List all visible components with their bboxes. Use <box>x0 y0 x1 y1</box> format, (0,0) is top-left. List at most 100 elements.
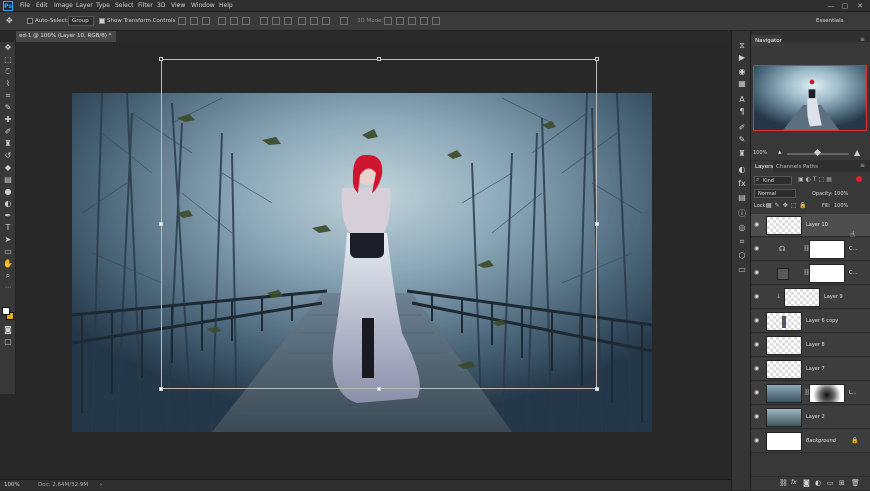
layer-name[interactable]: Layer 8 <box>806 342 825 348</box>
status-arrow-icon[interactable]: › <box>100 480 102 491</box>
distribute-bottom-icon[interactable] <box>284 17 292 25</box>
eye-icon[interactable]: ◉ <box>754 222 760 228</box>
align-left-icon[interactable] <box>218 17 226 25</box>
distribute-top-icon[interactable] <box>260 17 268 25</box>
brushes-icon[interactable]: ✎ <box>737 135 747 145</box>
align-vcenter-icon[interactable] <box>190 17 198 25</box>
layer-row[interactable]: ◉ ☊ ⛓ C... <box>751 238 870 261</box>
adjustments-icon[interactable]: ◐ <box>737 165 747 175</box>
eye-icon[interactable]: ◉ <box>754 366 760 372</box>
properties-icon[interactable]: ▤ <box>737 193 747 203</box>
align-hcenter-icon[interactable] <box>230 17 238 25</box>
zoom-in-icon[interactable]: ▲ <box>854 148 860 157</box>
layer-row[interactable]: ◉ ↓ Layer 9 <box>751 286 870 309</box>
layer-row[interactable]: ◉ Layer 6 copy <box>751 310 870 333</box>
fx-icon[interactable]: fx <box>791 479 797 486</box>
new-layer-icon[interactable]: ⊞ <box>839 479 845 487</box>
type-tool-icon[interactable]: T <box>2 222 14 233</box>
transform-handle-bl[interactable] <box>159 387 163 391</box>
transform-handle-mr[interactable] <box>595 222 599 226</box>
menu-help[interactable]: Help <box>219 2 233 9</box>
layer-row[interactable]: ◉ Layer 8 <box>751 334 870 357</box>
menu-image[interactable]: Image <box>54 2 73 9</box>
quick-select-tool-icon[interactable]: ⌇ <box>2 78 14 89</box>
layer-name[interactable]: Layer 9 <box>824 294 843 300</box>
document-tab[interactable]: ed-1 @ 100% (Layer 10, RGB/8) * <box>16 31 116 42</box>
layer-row[interactable]: ◉ Layer 2 <box>751 406 870 429</box>
zoom-out-icon[interactable]: ▴ <box>778 148 782 156</box>
zoom-tool-icon[interactable]: ⌕ <box>2 270 14 281</box>
transform-handle-tl[interactable] <box>159 57 163 61</box>
3d-icon[interactable]: ⬡ <box>737 251 747 261</box>
align-bottom-icon[interactable] <box>202 17 210 25</box>
foreground-color-swatch[interactable] <box>2 307 10 315</box>
path-selection-tool-icon[interactable]: ➤ <box>2 234 14 245</box>
eye-icon[interactable]: ◉ <box>754 342 760 348</box>
layer-name[interactable]: L... <box>849 390 857 396</box>
layer-name[interactable]: C... <box>849 246 857 252</box>
menu-file[interactable]: File <box>20 2 30 9</box>
auto-select-dropdown[interactable]: Group <box>68 16 94 26</box>
auto-align-icon[interactable] <box>340 17 348 25</box>
paths-icon[interactable]: ⌗ <box>737 237 747 247</box>
distribute-left-icon[interactable] <box>298 17 306 25</box>
actions-icon[interactable]: ▶ <box>737 53 747 63</box>
menu-select[interactable]: Select <box>115 2 134 9</box>
minimize-button[interactable]: — <box>826 1 836 11</box>
eye-icon[interactable]: ◉ <box>754 414 760 420</box>
mask-icon[interactable]: ◙ <box>803 479 810 487</box>
3d-roll-icon[interactable] <box>396 17 404 25</box>
opacity-value[interactable]: 100% <box>834 191 848 197</box>
history-icon[interactable]: ⧖ <box>737 41 747 51</box>
move-tool-preset-icon[interactable]: ✥ <box>6 16 13 26</box>
trash-icon[interactable]: 🗑 <box>851 479 860 487</box>
info-icon[interactable]: ⓘ <box>737 209 747 219</box>
eye-icon[interactable]: ◉ <box>754 246 760 252</box>
menu-edit[interactable]: Edit <box>36 2 48 9</box>
crop-tool-icon[interactable]: ⌗ <box>2 90 14 101</box>
timeline-icon[interactable]: ▭ <box>737 265 747 275</box>
align-right-icon[interactable] <box>242 17 250 25</box>
more-tools-icon[interactable]: ⋯ <box>2 282 14 293</box>
styles-icon[interactable]: fx <box>737 179 747 189</box>
eyedropper-tool-icon[interactable]: ✎ <box>2 102 14 113</box>
layer-name[interactable]: C... <box>849 270 857 276</box>
close-button[interactable]: ✕ <box>855 1 865 11</box>
distribute-right-icon[interactable] <box>322 17 330 25</box>
transform-handle-tr[interactable] <box>595 57 599 61</box>
maximize-button[interactable]: ▢ <box>840 1 850 11</box>
transform-handle-ml[interactable] <box>159 222 163 226</box>
screen-mode-icon[interactable]: ▢ <box>2 336 14 347</box>
transform-handle-br[interactable] <box>595 387 599 391</box>
eraser-tool-icon[interactable]: ◆ <box>2 162 14 173</box>
healing-brush-tool-icon[interactable]: ✚ <box>2 114 14 125</box>
rectangle-tool-icon[interactable]: ▭ <box>2 246 14 257</box>
show-transform-checkbox[interactable]: Show Transform Controls <box>99 16 175 26</box>
menu-filter[interactable]: Filter <box>138 2 153 9</box>
lasso-tool-icon[interactable]: ට <box>2 66 14 77</box>
eye-icon[interactable]: ◉ <box>754 390 760 396</box>
paragraph-icon[interactable]: ¶ <box>737 107 747 117</box>
distribute-vcenter-icon[interactable] <box>272 17 280 25</box>
dodge-tool-icon[interactable]: ◐ <box>2 198 14 209</box>
transform-handle-tc[interactable] <box>377 57 381 61</box>
layer-row[interactable]: ◉ Layer 10 ☝ <box>751 214 870 239</box>
history-brush-tool-icon[interactable]: ↺ <box>2 150 14 161</box>
tab-paths[interactable]: Paths <box>803 164 818 170</box>
layers-menu-icon[interactable]: ≡ <box>860 162 865 169</box>
3d-rotate-icon[interactable] <box>384 17 392 25</box>
layer-name[interactable]: Layer 7 <box>806 366 825 372</box>
layer-name[interactable]: Layer 2 <box>806 414 825 420</box>
menu-3d[interactable]: 3D <box>157 2 165 9</box>
layer-row[interactable]: ◉ Background 🔒 <box>751 430 870 453</box>
layer-name[interactable]: Layer 10 <box>806 222 828 228</box>
layer-row[interactable]: ◉ Layer 7 <box>751 358 870 381</box>
eye-icon[interactable]: ◉ <box>754 318 760 324</box>
eye-icon[interactable]: ◉ <box>754 438 760 444</box>
navigator-preview[interactable] <box>753 65 867 131</box>
layer-row[interactable]: ◉ ⛓ L... <box>751 382 870 405</box>
link-icon[interactable]: ⛓ <box>779 479 788 487</box>
layer-name[interactable]: Layer 6 copy <box>806 318 838 324</box>
color-icon[interactable]: ◉ <box>737 67 747 77</box>
layer-row[interactable]: ◉ ⛓ C... <box>751 262 870 285</box>
